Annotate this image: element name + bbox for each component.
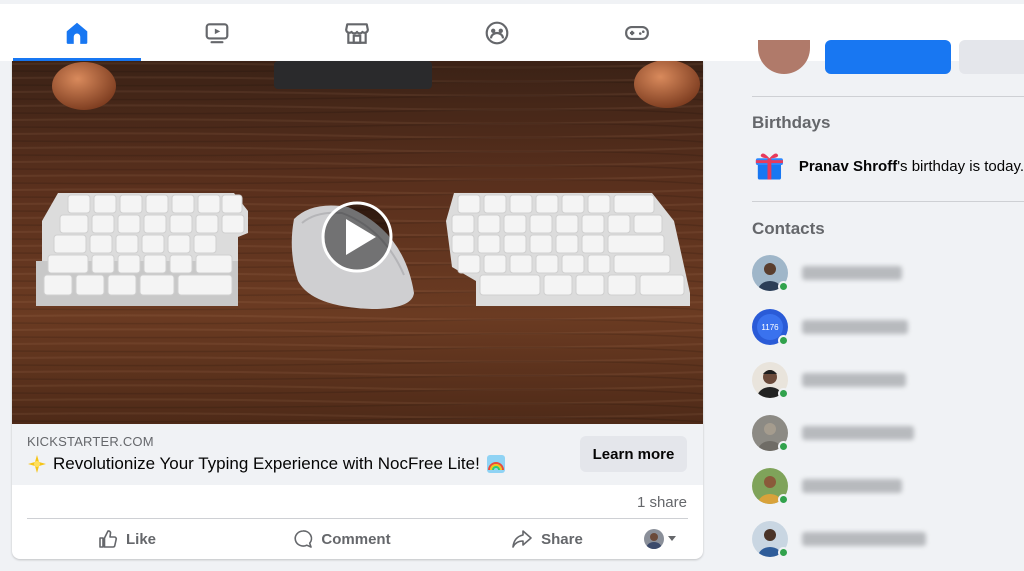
link-title-row: Revolutionize Your Typing Experience wit… [27,454,506,474]
gift-icon [755,153,783,180]
dropdown-caret-icon [668,536,676,541]
comment-button[interactable]: Comment [267,523,417,555]
link-title: Revolutionize Your Typing Experience wit… [53,454,480,473]
contact-item[interactable] [752,358,1012,402]
contacts-heading: Contacts [752,219,825,238]
link-domain: KICKSTARTER.COM [27,434,154,449]
rainbow-icon [486,455,505,473]
nav-tab-marketplace[interactable] [293,4,421,61]
sparkle-icon [28,455,46,473]
contact-name-blurred [802,320,908,334]
share-icon [512,530,532,548]
online-indicator [778,441,789,452]
play-icon[interactable] [321,201,393,273]
online-indicator [778,335,789,346]
online-indicator [778,281,789,292]
home-icon [66,22,88,44]
online-indicator [778,388,789,399]
actions-divider [27,518,688,519]
avatar-badge-text: 1176 [761,323,779,332]
contact-name-blurred [802,373,906,387]
sponsored-post: KICKSTARTER.COM Revolutionize Your Typin… [12,61,703,559]
nav-tab-watch[interactable] [153,4,281,61]
nav-tab-home[interactable] [13,4,141,61]
share-label: Share [541,530,583,548]
contact-name-blurred [802,266,902,280]
contact-item[interactable] [752,411,1012,455]
like-icon [99,530,117,548]
share-button[interactable]: Share [482,523,612,555]
post-video[interactable] [12,61,703,424]
comment-icon [294,530,313,548]
contact-name-blurred [802,426,914,440]
contact-item[interactable] [752,517,1012,561]
birthday-person-name[interactable]: Pranav Shroff [799,158,897,175]
groups-icon [485,21,509,44]
birthday-suffix: 's birthday is today. [897,157,1024,175]
reaction-audience-selector[interactable] [640,523,680,555]
nav-tab-groups[interactable] [433,4,561,61]
avatar [644,529,664,549]
section-divider [752,201,1024,202]
contact-item[interactable] [752,251,1012,295]
learn-more-button[interactable]: Learn more [580,436,687,472]
like-label: Like [125,530,156,548]
contact-name-blurred [802,532,926,546]
online-indicator [778,494,789,505]
contact-item[interactable]: 1176 [752,305,1012,349]
birthdays-heading: Birthdays [752,113,831,132]
like-button[interactable]: Like [72,523,182,555]
section-divider [752,96,1024,97]
gamepad-icon [625,25,649,40]
online-indicator [778,547,789,558]
avatar [758,40,810,74]
nav-tab-gaming[interactable] [573,4,701,61]
video-icon [205,22,229,43]
keyboard-video-thumbnail [12,61,703,424]
delete-button[interactable] [959,40,1024,74]
contact-item[interactable] [752,464,1012,508]
share-count[interactable]: 1 share [637,494,687,511]
comment-label: Comment [321,530,391,548]
birthday-text: Pranav Shroff's birthday is today. [799,158,1024,175]
birthday-notice[interactable]: Pranav Shroff's birthday is today. [752,148,1024,184]
store-icon [345,22,369,44]
contact-name-blurred [802,479,902,493]
link-preview[interactable]: KICKSTARTER.COM Revolutionize Your Typin… [12,424,703,485]
right-sidebar: Birthdays Pranav Shroff's birthday is to… [752,0,1024,571]
confirm-button[interactable] [825,40,951,74]
